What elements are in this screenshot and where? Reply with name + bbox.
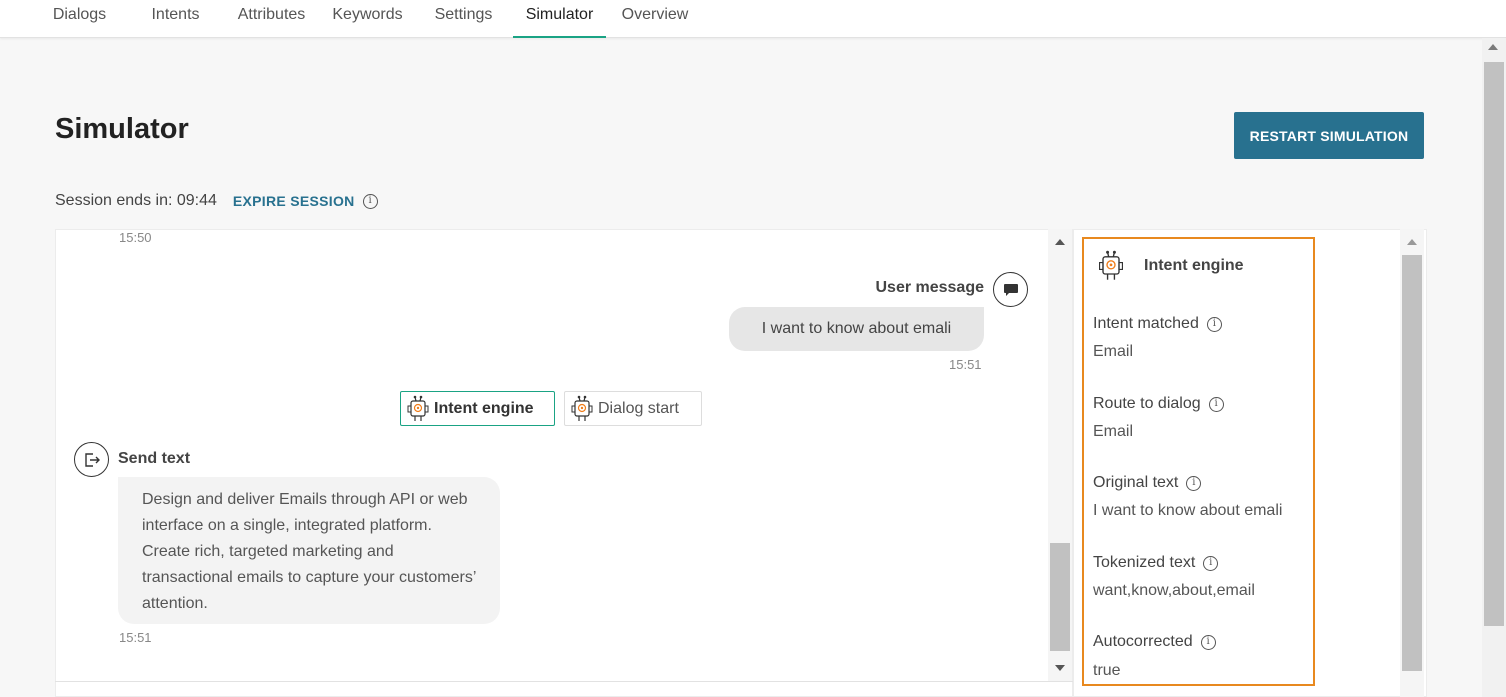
field-label-tokenized-text: Tokenized text i [1093,554,1219,572]
field-value-tokenized-text: want,know,about,email [1093,582,1255,599]
info-icon[interactable]: i [1186,475,1202,491]
robot-icon [405,394,431,424]
intent-engine-details [1082,237,1315,686]
message-time: 15:51 [949,357,982,372]
inspector-title: Intent engine [1144,257,1244,274]
field-label-route-to-dialog: Route to dialog i [1093,395,1224,413]
info-icon[interactable]: i [1206,316,1222,332]
message-time: 15:50 [119,230,152,245]
restart-simulation-button[interactable]: RESTART SIMULATION [1234,112,1424,159]
top-nav: Dialogs Intents Attributes Keywords Sett… [0,0,1506,38]
info-icon[interactable]: i [1200,634,1216,650]
tab-settings[interactable]: Settings [430,0,497,38]
field-label-text: Original text [1093,474,1179,491]
chat-panel [55,229,1073,697]
robot-icon [1097,250,1125,282]
tab-attributes[interactable]: Attributes [233,0,310,38]
inspector-scrollbar[interactable] [1400,229,1424,697]
tab-intents[interactable]: Intents [147,0,204,38]
inspector-scrollbar-thumb[interactable] [1402,255,1422,671]
page-scrollbar-thumb[interactable] [1484,62,1504,626]
scroll-down-arrow-icon[interactable] [1055,665,1065,671]
info-icon[interactable]: i [1208,396,1224,412]
page-title: Simulator [55,113,189,145]
tab-dialogs[interactable]: Dialogs [51,0,108,38]
field-value-autocorrected: true [1093,662,1121,679]
page-scrollbar[interactable] [1482,38,1506,697]
tab-simulator[interactable]: Simulator [513,0,606,38]
intent-engine-chip[interactable]: Intent engine [400,391,555,426]
robot-icon [569,394,595,424]
exit-icon [74,442,109,477]
field-label-text: Intent matched [1093,315,1199,332]
field-value-original-text: I want to know about emali [1093,502,1283,519]
session-timer: Session ends in: 09:44 [55,192,217,209]
bot-message-bubble: Design and deliver Emails through API or… [118,477,500,624]
message-time: 15:51 [119,630,152,645]
field-label-text: Tokenized text [1093,554,1196,571]
chat-divider [55,681,1073,682]
scroll-up-arrow-icon[interactable] [1055,239,1065,245]
chip-label: Intent engine [434,399,534,417]
field-label-original-text: Original text i [1093,474,1202,492]
send-text-label: Send text [118,450,191,467]
field-label-autocorrected: Autocorrected i [1093,633,1216,651]
field-label-text: Autocorrected [1093,633,1193,650]
field-label-intent-matched: Intent matched i [1093,315,1222,333]
scroll-up-arrow-icon[interactable] [1488,44,1498,50]
field-value-route-to-dialog: Email [1093,423,1134,440]
field-value-intent-matched: Email [1093,343,1134,360]
session-row: Session ends in: 09:44 EXPIRE SESSION i [55,190,378,212]
field-label-text: Route to dialog [1093,395,1201,412]
scroll-up-arrow-icon[interactable] [1407,239,1417,245]
chat-scrollbar[interactable] [1048,229,1072,681]
user-message-label: User message [875,279,984,296]
chat-scrollbar-thumb[interactable] [1050,543,1070,651]
tab-overview[interactable]: Overview [617,0,693,38]
info-icon[interactable]: i [1203,555,1219,571]
info-icon[interactable]: i [362,193,378,209]
chat-bubble-icon [993,272,1028,307]
tab-keywords[interactable]: Keywords [329,0,406,38]
chip-label: Dialog start [598,399,679,417]
user-message-bubble: I want to know about emali [729,307,984,351]
expire-session-link[interactable]: EXPIRE SESSION [233,193,355,209]
dialog-start-chip[interactable]: Dialog start [564,391,702,426]
